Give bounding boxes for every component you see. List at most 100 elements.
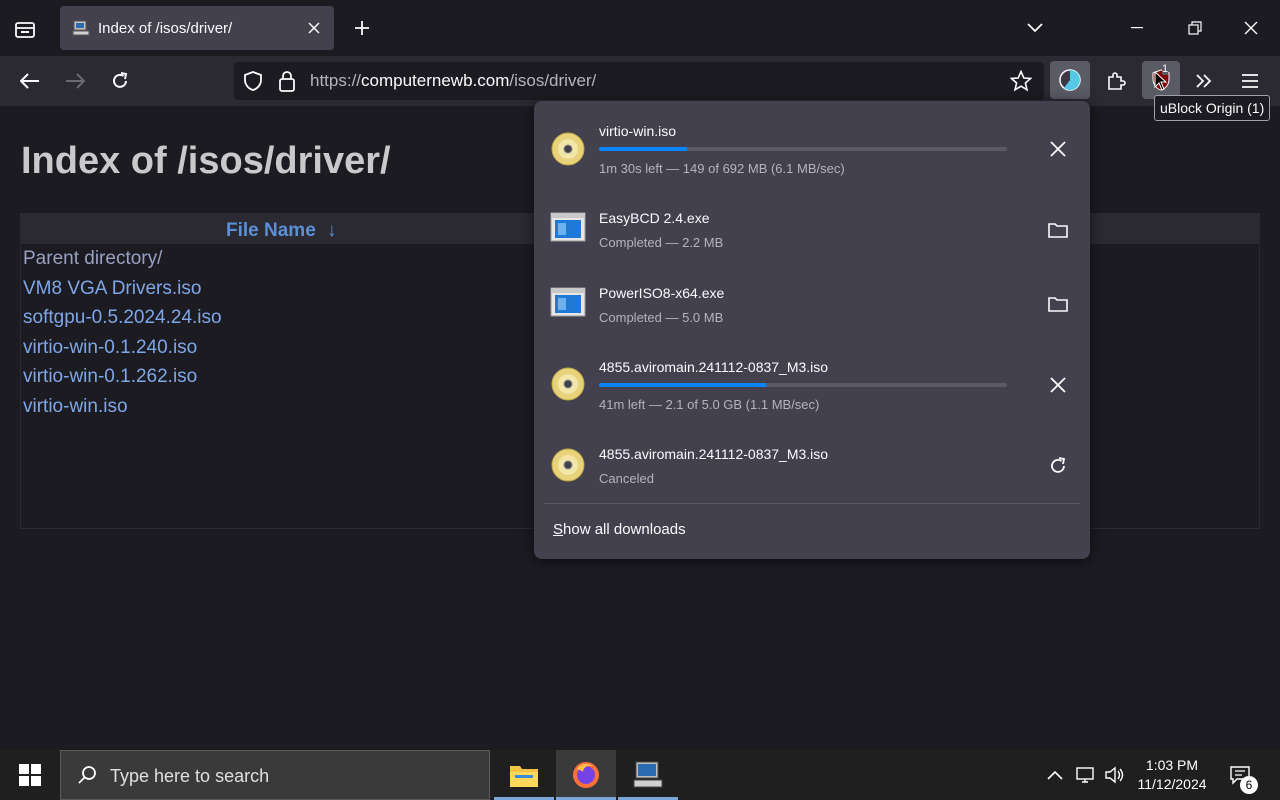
file-link[interactable]: virtio-win-0.1.262.iso xyxy=(23,366,197,388)
panel-divider xyxy=(544,503,1080,504)
start-button[interactable] xyxy=(0,750,60,800)
file-name-column-header[interactable]: File Name ↓ xyxy=(226,220,337,242)
lock-icon[interactable] xyxy=(278,70,296,97)
exe-icon xyxy=(550,212,586,248)
show-all-downloads-button[interactable]: Show all downloads xyxy=(553,521,686,538)
clock-date: 11/12/2024 xyxy=(1137,776,1207,792)
url-bar[interactable]: https://computernewb.com/isos/driver/ xyxy=(234,62,1044,100)
search-icon xyxy=(78,766,96,784)
download-status: Completed — 5.0 MB xyxy=(599,310,724,325)
folder-icon xyxy=(1048,223,1068,238)
firefox-icon xyxy=(573,762,599,788)
notification-count-badge: 6 xyxy=(1240,776,1258,794)
download-progress-bar xyxy=(599,383,1007,387)
url-path: /isos/driver/ xyxy=(509,71,597,90)
clock-time: 1:03 PM xyxy=(1145,757,1199,773)
download-progress-fill xyxy=(599,383,767,387)
back-button[interactable] xyxy=(14,65,46,97)
tab-close-icon[interactable] xyxy=(302,16,326,40)
puzzle-icon xyxy=(1108,72,1126,90)
show-all-accesskey: S xyxy=(553,521,564,538)
download-item[interactable]: PowerISO8-x64.exe Completed — 5.0 MB xyxy=(544,270,1080,340)
firefox-view-button[interactable] xyxy=(12,16,38,42)
double-chevron-right-icon xyxy=(1196,74,1212,88)
close-icon xyxy=(1244,21,1258,35)
close-icon xyxy=(1050,377,1066,393)
new-tab-button[interactable] xyxy=(350,16,374,40)
download-item[interactable]: 4855.aviromain.241112-0837_M3.iso 41m le… xyxy=(544,348,1080,418)
download-item[interactable]: 4855.aviromain.241112-0837_M3.iso Cancel… xyxy=(544,431,1080,501)
download-name: virtio-win.iso xyxy=(599,123,677,139)
show-in-folder-button[interactable] xyxy=(1042,214,1074,246)
taskbar: Type here to search 1:03 PM 11/12/2024 6 xyxy=(0,750,1280,800)
disc-icon xyxy=(550,366,586,402)
tab-bar: Index of /isos/driver/ xyxy=(0,0,1280,56)
windows-logo-icon xyxy=(19,764,41,786)
cancel-download-button[interactable] xyxy=(1042,133,1074,165)
close-window-button[interactable] xyxy=(1236,14,1266,42)
folder-icon xyxy=(1048,297,1068,312)
download-item[interactable]: virtio-win.iso 1m 30s left — 149 of 692 … xyxy=(544,113,1080,183)
taskbar-search-box[interactable]: Type here to search xyxy=(60,750,490,800)
firefox-view-icon xyxy=(15,22,35,38)
download-name: 4855.aviromain.241112-0837_M3.iso xyxy=(599,359,829,375)
exe-icon xyxy=(550,287,586,323)
bookmark-star-icon[interactable] xyxy=(1009,69,1033,97)
mouse-cursor-icon xyxy=(1154,71,1168,91)
forward-button[interactable] xyxy=(59,65,91,97)
list-all-tabs-button[interactable] xyxy=(1020,14,1050,42)
tab-title: Index of /isos/driver/ xyxy=(98,19,233,37)
forward-arrow-icon xyxy=(66,73,85,89)
restore-icon xyxy=(1188,21,1202,35)
hamburger-menu-icon xyxy=(1242,74,1258,88)
reload-button[interactable] xyxy=(104,65,136,97)
download-name: PowerISO8-x64.exe xyxy=(599,285,725,301)
file-explorer-taskbar-button[interactable] xyxy=(494,750,554,800)
download-progress-bar xyxy=(599,147,1007,151)
computer-app-icon xyxy=(633,761,663,788)
network-icon[interactable] xyxy=(1073,763,1097,787)
ublock-origin-button[interactable]: 1 xyxy=(1142,61,1180,99)
download-status: Completed — 2.2 MB xyxy=(599,235,724,250)
tab-active[interactable]: Index of /isos/driver/ xyxy=(60,6,334,50)
file-link[interactable]: VM8 VGA Drivers.iso xyxy=(23,278,201,300)
downloads-button[interactable] xyxy=(1050,61,1090,99)
url-scheme: https:// xyxy=(310,71,362,90)
extensions-button[interactable] xyxy=(1100,65,1132,97)
download-status: 1m 30s left — 149 of 692 MB (6.1 MB/sec) xyxy=(599,161,845,176)
remote-desktop-taskbar-button[interactable] xyxy=(618,750,678,800)
firefox-taskbar-button[interactable] xyxy=(556,750,616,800)
tracking-protection-shield-icon[interactable] xyxy=(243,71,263,96)
minimize-icon xyxy=(1131,27,1143,29)
url-text[interactable]: https://computernewb.com/isos/driver/ xyxy=(310,71,596,91)
show-all-label: how all downloads xyxy=(563,521,686,538)
more-tools-button[interactable] xyxy=(1188,65,1220,97)
download-name: 4855.aviromain.241112-0837_M3.iso xyxy=(599,446,829,462)
chevron-down-icon xyxy=(1027,23,1043,33)
computer-favicon-icon xyxy=(72,19,90,37)
retry-icon xyxy=(1051,457,1066,473)
cancel-download-button[interactable] xyxy=(1042,369,1074,401)
chevron-up-icon xyxy=(1047,770,1063,780)
parent-directory-link[interactable]: Parent directory/ xyxy=(23,248,162,270)
show-in-folder-button[interactable] xyxy=(1042,288,1074,320)
clock[interactable]: 1:03 PM 11/12/2024 xyxy=(1130,756,1214,794)
downloads-panel: virtio-win.iso 1m 30s left — 149 of 692 … xyxy=(534,101,1090,559)
download-item[interactable]: EasyBCD 2.4.exe Completed — 2.2 MB xyxy=(544,195,1080,265)
volume-icon[interactable] xyxy=(1103,763,1127,787)
restore-button[interactable] xyxy=(1180,14,1210,42)
retry-download-button[interactable] xyxy=(1042,450,1074,482)
minimize-button[interactable] xyxy=(1122,14,1152,42)
file-link[interactable]: virtio-win.iso xyxy=(23,396,128,418)
file-link[interactable]: virtio-win-0.1.240.iso xyxy=(23,337,197,359)
file-name-header-label: File Name xyxy=(226,220,316,241)
search-placeholder: Type here to search xyxy=(110,766,270,786)
file-link[interactable]: softgpu-0.5.2024.24.iso xyxy=(23,307,222,329)
navigation-toolbar: https://computernewb.com/isos/driver/ 1 xyxy=(0,56,1280,106)
download-progress-fill xyxy=(599,147,687,151)
download-status: 41m left — 2.1 of 5.0 GB (1.1 MB/sec) xyxy=(599,397,820,412)
sort-arrow-icon: ↓ xyxy=(327,220,337,241)
show-hidden-icons-button[interactable] xyxy=(1043,763,1067,787)
app-menu-button[interactable] xyxy=(1234,65,1266,97)
plus-icon xyxy=(355,21,369,35)
